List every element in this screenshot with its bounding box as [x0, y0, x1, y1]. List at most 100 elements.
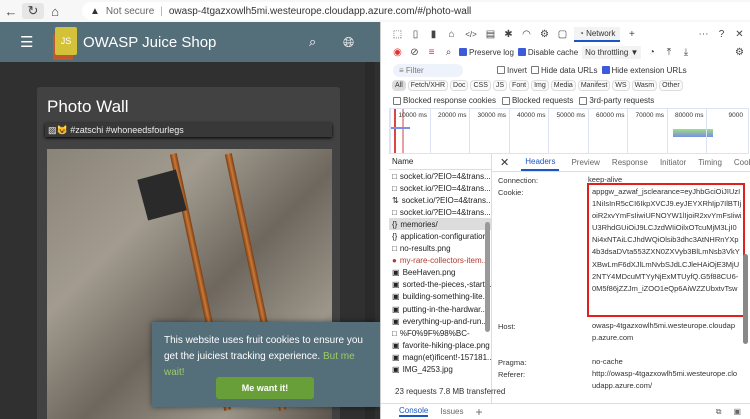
type-filter-js[interactable]: JS — [492, 80, 508, 91]
juice-shop-logo[interactable]: JS — [55, 27, 77, 55]
type-filter-css[interactable]: CSS — [470, 80, 491, 91]
details-tab-timing[interactable]: Timing — [698, 158, 722, 167]
type-filter-img[interactable]: Img — [531, 80, 549, 91]
add-drawer-tab-icon[interactable]: + — [475, 405, 482, 419]
type-filter-wasm[interactable]: Wasm — [631, 80, 658, 91]
device-icon[interactable]: ▯ — [409, 29, 422, 40]
name-header[interactable]: Name — [389, 154, 491, 170]
network-settings-icon[interactable]: ⚙ — [733, 47, 746, 58]
close-icon[interactable]: ✕ — [733, 29, 746, 40]
type-filter-manifest[interactable]: Manifest — [577, 80, 611, 91]
help-icon[interactable]: ? — [715, 29, 728, 40]
tab-console[interactable]: Console — [399, 406, 429, 417]
request-row[interactable]: ▣ favorite-hiking-place.png — [389, 339, 491, 351]
search-icon[interactable]: ⌕ — [309, 34, 316, 50]
elements-icon[interactable]: </> — [463, 30, 479, 39]
type-filter-chips: All Fetch/XHR Doc CSS JS Font Img Media Manifest… — [392, 79, 683, 92]
bug-icon[interactable]: ✱ — [502, 29, 515, 40]
request-row[interactable]: □ socket.io/?EIO=4&trans... — [389, 206, 491, 218]
request-row[interactable]: □ no-results.png — [389, 243, 491, 255]
language-globe-icon[interactable]: 🌐︎ — [343, 34, 354, 51]
close-details-icon[interactable]: ✕ — [500, 156, 509, 169]
request-row[interactable]: ▣ BeeHaven.png — [389, 267, 491, 279]
timeline-tick-label: 60000 ms — [587, 109, 627, 153]
request-row[interactable]: ⇅ socket.io/?EIO=4&trans... — [389, 194, 491, 206]
type-filter-font[interactable]: Font — [509, 80, 530, 91]
request-row[interactable]: ▣ sorted-the-pieces,-start... — [389, 279, 491, 291]
application-icon[interactable]: ▢ — [556, 29, 569, 40]
details-tab-response[interactable]: Response — [612, 158, 648, 167]
performance-icon[interactable]: ◠ — [520, 29, 533, 40]
network-conditions-icon[interactable]: ◔ — [645, 47, 658, 58]
file-type-icon: □ — [392, 244, 397, 254]
add-tab-icon[interactable]: + — [625, 29, 638, 40]
blocked-cookies-checkbox[interactable]: Blocked response cookies — [393, 96, 496, 105]
upload-icon[interactable]: ⤒ — [662, 47, 675, 58]
type-filter-other[interactable]: Other — [659, 80, 683, 91]
menu-icon[interactable]: ☰ — [20, 33, 33, 51]
hide-extension-urls-checkbox[interactable]: Hide extension URLs — [601, 66, 687, 75]
type-filter-all[interactable]: All — [392, 80, 406, 91]
blocked-requests-checkbox[interactable]: Blocked requests — [501, 96, 573, 105]
disable-cache-checkbox[interactable]: Disable cache — [517, 48, 578, 57]
download-icon[interactable]: ⤓ — [679, 47, 692, 58]
details-tab-headers[interactable]: Headers — [521, 154, 560, 171]
details-tab-cookies[interactable]: Cookies — [734, 158, 750, 167]
request-list-scrollbar[interactable] — [485, 222, 490, 332]
request-row[interactable]: ▣ IMG_4253.jpg — [389, 364, 491, 376]
request-row[interactable]: {} application-configuration — [389, 230, 491, 242]
filter-icon[interactable]: ≡ — [425, 47, 438, 58]
console-icon[interactable]: ▤ — [484, 29, 497, 40]
file-type-icon: ▣ — [392, 280, 400, 290]
browser-toolbar: ← ↻ ⌂ ▲ Not secure | owasp-4tgazxowlh5mi… — [0, 0, 750, 22]
request-details: ✕ Headers Preview Response Initiator Timing Co… — [492, 154, 750, 404]
filter-input[interactable]: ≡ Filter — [393, 63, 463, 77]
request-name: socket.io/?EIO=4&trans... — [401, 195, 491, 205]
request-row[interactable]: □ socket.io/?EIO=4&trans... — [389, 182, 491, 194]
request-row[interactable]: ● my-rare-collectors-item... — [389, 255, 491, 267]
type-filter-fetchxhr[interactable]: Fetch/XHR — [407, 80, 449, 91]
home-icon[interactable]: ⌂ — [445, 29, 458, 40]
request-row[interactable]: ▣ putting-in-the-hardwar... — [389, 303, 491, 315]
file-type-icon: ▣ — [392, 268, 400, 278]
more-icon[interactable]: ⋯ — [697, 29, 710, 40]
file-type-icon: ⇅ — [392, 195, 399, 205]
request-row[interactable]: □ socket.io/?EIO=4&trans... — [389, 170, 491, 182]
throttling-select[interactable]: No throttling ▼ — [582, 45, 642, 59]
request-row[interactable]: ▣ magn(et)ificent!-157181... — [389, 351, 491, 363]
hide-data-urls-label: Hide data URLs — [541, 65, 598, 75]
request-name: socket.io/?EIO=4&trans... — [399, 183, 491, 193]
record-icon[interactable]: ◉ — [391, 47, 404, 58]
invert-checkbox[interactable]: Invert — [497, 66, 527, 75]
details-scrollbar[interactable] — [743, 254, 748, 344]
network-overview-timeline[interactable]: 10000 ms 20000 ms 30000 ms 40000 ms 50000 ms… — [389, 108, 749, 154]
reload-icon[interactable]: ↻ — [22, 3, 44, 19]
accept-cookies-button[interactable]: Me want it! — [216, 377, 314, 399]
hide-data-urls-checkbox[interactable]: Hide data URLs — [531, 65, 598, 75]
type-filter-doc[interactable]: Doc — [450, 80, 469, 91]
preserve-log-checkbox[interactable]: Preserve log — [459, 48, 514, 57]
dock-icon[interactable]: ▮ — [427, 29, 440, 40]
search-icon[interactable]: ⌕ — [442, 47, 455, 58]
drawer-toggle-icon[interactable]: ▣ — [733, 407, 741, 416]
request-row[interactable]: ▣ building-something-lite... — [389, 291, 491, 303]
tab-issues[interactable]: Issues — [440, 407, 463, 416]
request-row[interactable]: □ %F0%9F%98%BC- — [389, 327, 491, 339]
request-row[interactable]: {} memories/ — [389, 218, 491, 231]
home-icon[interactable]: ⌂ — [44, 4, 66, 19]
inspect-icon[interactable]: ⬚ — [391, 29, 404, 40]
tab-network[interactable]: ◔ Network — [574, 26, 621, 42]
details-tab-initiator[interactable]: Initiator — [660, 158, 686, 167]
app-title[interactable]: OWASP Juice Shop — [83, 34, 216, 51]
dock-drawer-icon[interactable]: ⧉ — [716, 407, 722, 417]
details-tab-preview[interactable]: Preview — [571, 158, 599, 167]
request-name: memories/ — [400, 219, 438, 229]
back-icon[interactable]: ← — [0, 4, 22, 19]
settings-gear-icon[interactable]: ⚙ — [538, 29, 551, 40]
clear-icon[interactable]: ⊘ — [408, 47, 421, 58]
type-filter-ws[interactable]: WS — [612, 80, 630, 91]
type-filter-media[interactable]: Media — [550, 80, 576, 91]
request-row[interactable]: ▣ everything-up-and-run... — [389, 315, 491, 327]
third-party-checkbox[interactable]: 3rd-party requests — [579, 96, 654, 105]
address-bar[interactable]: ▲ Not secure | owasp-4tgazxowlh5mi.weste… — [82, 2, 750, 20]
